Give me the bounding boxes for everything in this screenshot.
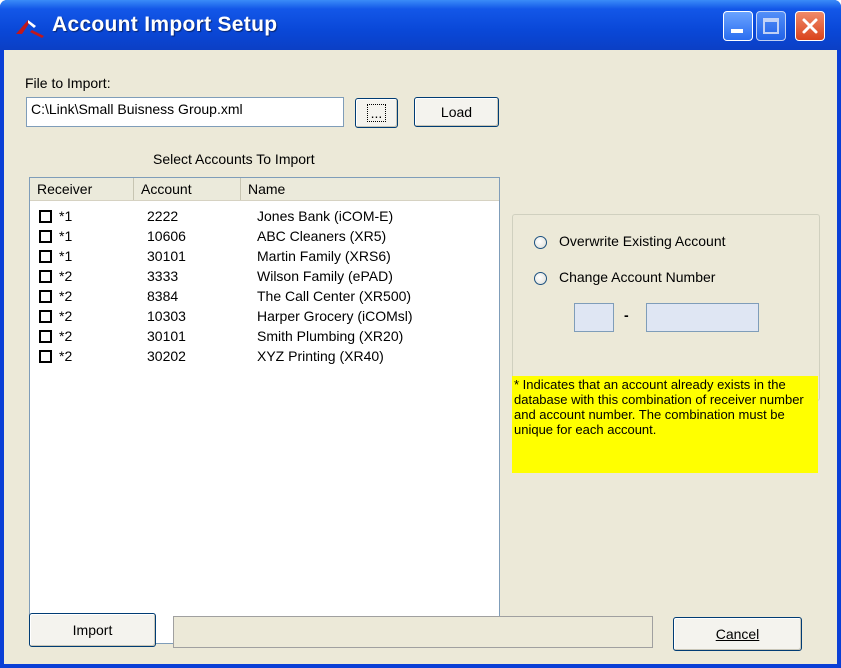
receiver-cell: *1 bbox=[59, 248, 73, 264]
file-to-import-label: File to Import: bbox=[25, 75, 111, 91]
close-icon bbox=[802, 18, 818, 34]
table-row[interactable]: *1 30101 Martin Family (XRS6) bbox=[30, 247, 499, 267]
change-number-radio[interactable] bbox=[534, 272, 547, 285]
close-button[interactable] bbox=[795, 11, 825, 41]
table-row[interactable]: *1 2222 Jones Bank (iCOM-E) bbox=[30, 207, 499, 227]
name-cell: ABC Cleaners (XR5) bbox=[257, 228, 387, 244]
table-row[interactable]: *1 10606 ABC Cleaners (XR5) bbox=[30, 227, 499, 247]
name-cell: Wilson Family (ePAD) bbox=[257, 268, 393, 284]
load-button[interactable]: Load bbox=[414, 97, 499, 127]
account-cell: 2222 bbox=[147, 208, 179, 224]
column-header-name[interactable]: Name bbox=[241, 178, 499, 200]
account-number-input[interactable] bbox=[646, 303, 759, 332]
dialog-body: File to Import: C:\Link\Small Buisness G… bbox=[4, 50, 837, 664]
minimize-button[interactable] bbox=[723, 11, 753, 41]
name-cell: Martin Family (XRS6) bbox=[257, 248, 391, 264]
table-row[interactable]: *2 30202 XYZ Printing (XR40) bbox=[30, 347, 499, 367]
accounts-list[interactable]: Receiver Account Name *1 2222 Jones Bank… bbox=[29, 177, 500, 644]
overwrite-label[interactable]: Overwrite Existing Account bbox=[559, 233, 726, 249]
receiver-cell: *1 bbox=[59, 208, 73, 224]
receiver-cell: *2 bbox=[59, 268, 73, 284]
maximize-button[interactable] bbox=[756, 11, 786, 41]
row-checkbox[interactable] bbox=[39, 330, 52, 343]
file-path-input[interactable]: C:\Link\Small Buisness Group.xml bbox=[26, 97, 344, 127]
row-checkbox[interactable] bbox=[39, 210, 52, 223]
browse-button[interactable]: ... bbox=[355, 98, 398, 128]
cancel-label: Cancel bbox=[715, 626, 760, 642]
change-number-label[interactable]: Change Account Number bbox=[559, 269, 715, 285]
row-checkbox[interactable] bbox=[39, 290, 52, 303]
row-checkbox[interactable] bbox=[39, 310, 52, 323]
table-row[interactable]: *2 8384 The Call Center (XR500) bbox=[30, 287, 499, 307]
account-cell: 3333 bbox=[147, 268, 179, 284]
select-accounts-heading: Select Accounts To Import bbox=[153, 151, 315, 167]
cancel-button[interactable]: Cancel bbox=[673, 617, 802, 651]
account-cell: 30101 bbox=[147, 248, 186, 264]
row-checkbox[interactable] bbox=[39, 230, 52, 243]
account-cell: 30202 bbox=[147, 348, 186, 364]
number-separator: - bbox=[624, 307, 629, 323]
row-checkbox[interactable] bbox=[39, 250, 52, 263]
maximize-icon bbox=[763, 18, 779, 34]
account-options-group: Overwrite Existing Account Change Accoun… bbox=[512, 214, 820, 401]
name-cell: Harper Grocery (iCOMsl) bbox=[257, 308, 413, 324]
account-cell: 10303 bbox=[147, 308, 186, 324]
receiver-cell: *2 bbox=[59, 348, 73, 364]
column-header-account[interactable]: Account bbox=[134, 178, 241, 200]
receiver-cell: *1 bbox=[59, 228, 73, 244]
duplicate-account-note: * Indicates that an account already exis… bbox=[512, 376, 818, 473]
table-row[interactable]: *2 10303 Harper Grocery (iCOMsl) bbox=[30, 307, 499, 327]
name-cell: The Call Center (XR500) bbox=[257, 288, 412, 304]
receiver-cell: *2 bbox=[59, 308, 73, 324]
window-title: Account Import Setup bbox=[52, 13, 278, 36]
import-progress-bar bbox=[173, 616, 653, 648]
account-cell: 30101 bbox=[147, 328, 186, 344]
table-row[interactable]: *2 30101 Smith Plumbing (XR20) bbox=[30, 327, 499, 347]
import-window: Account Import Setup File to Import: C:\… bbox=[0, 0, 841, 668]
receiver-number-input[interactable] bbox=[574, 303, 614, 332]
row-checkbox[interactable] bbox=[39, 350, 52, 363]
list-header: Receiver Account Name bbox=[30, 178, 499, 201]
app-logo-icon bbox=[16, 20, 44, 38]
title-bar[interactable]: Account Import Setup bbox=[0, 0, 841, 50]
column-header-receiver[interactable]: Receiver bbox=[30, 178, 134, 200]
name-cell: Jones Bank (iCOM-E) bbox=[257, 208, 394, 224]
table-row[interactable]: *2 3333 Wilson Family (ePAD) bbox=[30, 267, 499, 287]
import-button[interactable]: Import bbox=[29, 613, 156, 647]
account-cell: 10606 bbox=[147, 228, 186, 244]
receiver-cell: *2 bbox=[59, 288, 73, 304]
row-checkbox[interactable] bbox=[39, 270, 52, 283]
account-cell: 8384 bbox=[147, 288, 179, 304]
minimize-icon bbox=[731, 29, 743, 33]
receiver-cell: *2 bbox=[59, 328, 73, 344]
overwrite-radio[interactable] bbox=[534, 236, 547, 249]
name-cell: XYZ Printing (XR40) bbox=[257, 348, 384, 364]
browse-icon: ... bbox=[366, 104, 387, 122]
name-cell: Smith Plumbing (XR20) bbox=[257, 328, 404, 344]
